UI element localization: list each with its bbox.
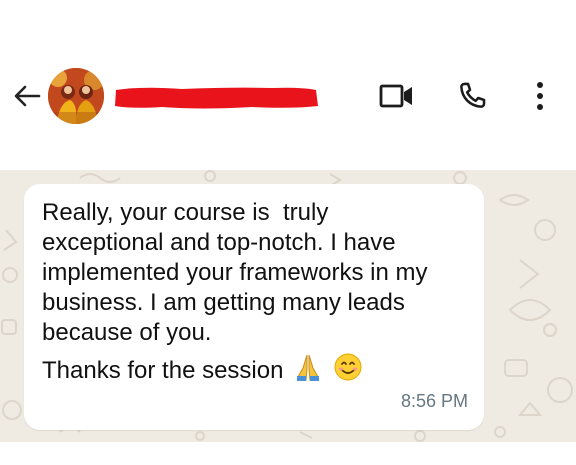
message-timestamp: 8:56 PM [400, 391, 468, 411]
message-text: Really, your course is truly exceptional… [42, 199, 428, 346]
message-thanks-line: Thanks for the session [42, 352, 363, 390]
message-thanks-text: Thanks for the session [42, 357, 284, 384]
smiling-face-emoji-icon [333, 352, 363, 390]
contact-name-redacted[interactable] [112, 84, 320, 111]
avatar-image [48, 68, 104, 124]
arrow-left-icon [14, 85, 41, 107]
contact-avatar[interactable] [48, 68, 104, 124]
chat-header [0, 0, 576, 160]
bottom-strip [0, 442, 576, 465]
more-options-button[interactable] [528, 78, 552, 114]
voice-call-button[interactable] [452, 78, 492, 114]
message-bubble[interactable]: Really, your course is truly exceptional… [24, 184, 484, 430]
video-camera-icon [379, 84, 412, 108]
folded-hands-emoji-icon [293, 352, 323, 390]
more-vertical-icon [537, 82, 543, 110]
phone-icon [460, 82, 486, 108]
chat-area[interactable]: Really, your course is truly exceptional… [0, 170, 576, 442]
back-button[interactable] [12, 81, 42, 111]
video-call-button[interactable] [376, 80, 418, 112]
